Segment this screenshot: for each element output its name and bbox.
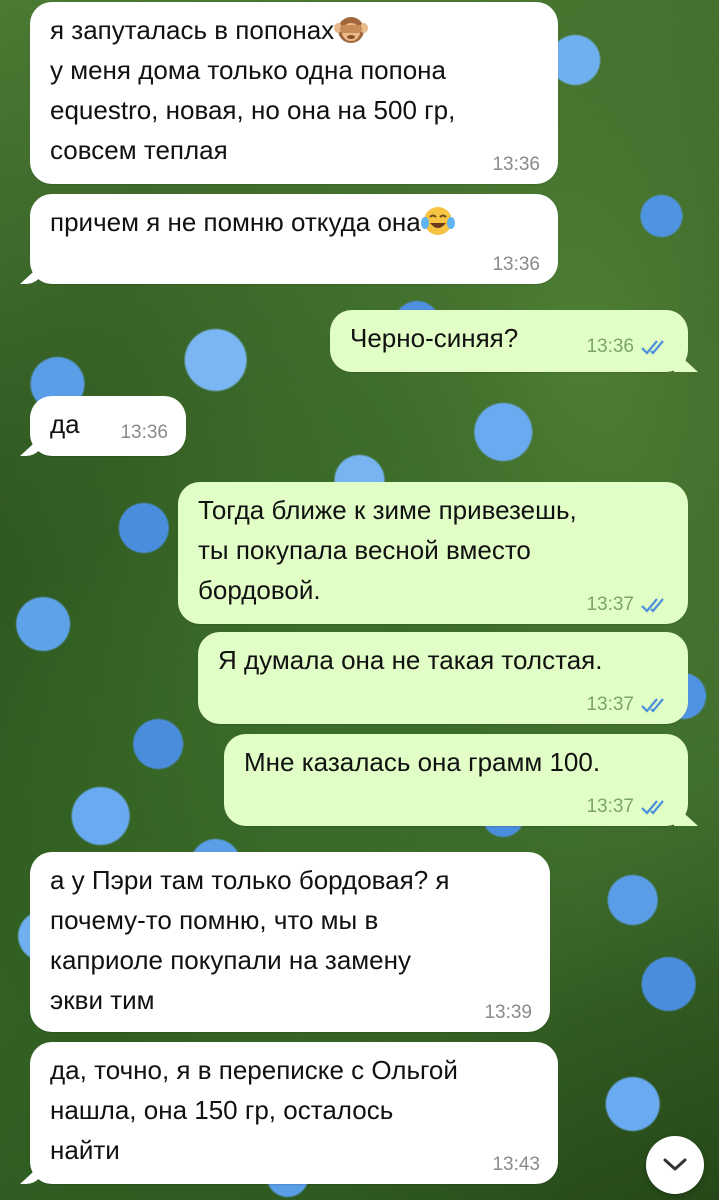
message-bubble-outgoing[interactable]: Черно-синяя? 13:36 [330, 310, 688, 372]
message-meta: 13:36 [492, 154, 540, 176]
see-no-evil-monkey-icon [334, 17, 369, 43]
face-with-tears-of-joy-icon [420, 207, 455, 235]
double-check-icon [641, 340, 664, 355]
message-bubble-outgoing[interactable]: Тогда ближе к зиме привезешь, ты покупал… [178, 482, 688, 624]
message-time: 13:36 [492, 154, 540, 175]
message-meta: 13:36 [492, 254, 540, 276]
double-check-icon [641, 598, 664, 613]
message-time: 13:37 [586, 796, 634, 817]
message-text: а у Пэри там только бордовая? я почему-т… [50, 865, 450, 1015]
message-meta: 13:37 [586, 594, 670, 616]
message-time: 13:37 [586, 694, 634, 715]
message-text: Я думала она не такая толстая. [218, 645, 603, 675]
message-meta: 13:37 [586, 694, 670, 716]
message-text: Мне казалась она грамм 100. [244, 747, 601, 777]
message-time: 13:36 [586, 336, 634, 357]
message-time: 13:36 [492, 254, 540, 275]
double-check-icon [641, 698, 664, 713]
message-time: 13:37 [586, 594, 634, 615]
message-text: причем я не помню откуда она [50, 202, 538, 242]
message-text-line: причем я не помню откуда она [50, 207, 421, 237]
message-text-line: я запуталась в попонах [50, 15, 335, 45]
message-bubble-incoming[interactable]: я запуталась в попонах у меня дома тольк… [30, 2, 558, 184]
message-text: да, точно, я в переписке с Ольгой нашла,… [50, 1055, 458, 1165]
message-meta: 13:39 [484, 1002, 532, 1024]
message-text: я запуталась в попонах у меня дома тольк… [50, 10, 538, 170]
double-check-icon [641, 800, 664, 815]
message-meta: 13:36 [586, 336, 670, 358]
message-bubble-incoming[interactable]: да, точно, я в переписке с Ольгой нашла,… [30, 1042, 558, 1184]
message-time: 13:36 [120, 422, 168, 443]
chevron-down-icon [663, 1158, 687, 1171]
message-time: 13:43 [492, 1154, 540, 1175]
message-time: 13:39 [484, 1002, 532, 1023]
message-text-continued: у меня дома только одна попона equestro,… [50, 55, 456, 165]
message-meta: 13:37 [586, 796, 670, 818]
message-bubble-incoming[interactable]: да 13:36 [30, 396, 186, 456]
message-bubble-incoming[interactable]: а у Пэри там только бордовая? я почему-т… [30, 852, 550, 1032]
message-text: Тогда ближе к зиме привезешь, ты покупал… [198, 495, 577, 605]
message-bubble-incoming[interactable]: причем я не помню откуда она 13:36 [30, 194, 558, 284]
message-meta: 13:36 [120, 422, 168, 444]
message-meta: 13:43 [492, 1154, 540, 1176]
message-bubble-outgoing[interactable]: Мне казалась она грамм 100. 13:37 [224, 734, 688, 826]
message-bubble-outgoing[interactable]: Я думала она не такая толстая. 13:37 [198, 632, 688, 724]
scroll-to-bottom-button[interactable] [646, 1136, 704, 1194]
